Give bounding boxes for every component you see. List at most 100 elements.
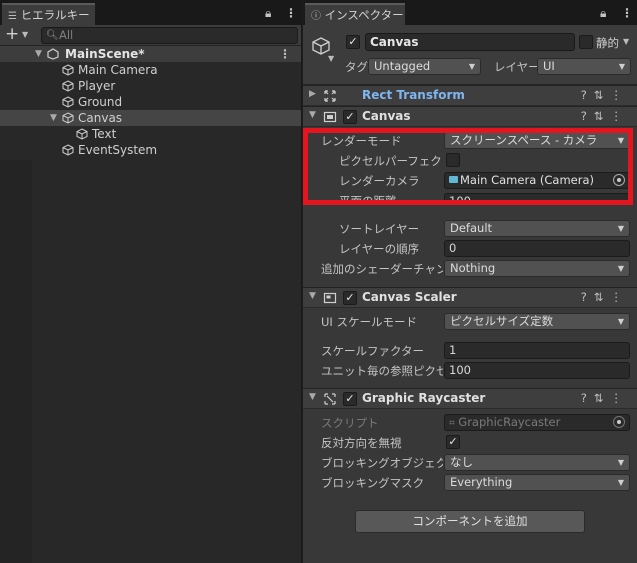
pixel-perfect-label: ピクセルパーフェクト xyxy=(339,154,443,168)
expand-arrow-icon[interactable]: ▼ xyxy=(309,291,316,301)
render-mode-value: スクリーンスペース - カメラ xyxy=(450,133,598,147)
object-picker-icon[interactable] xyxy=(613,174,625,186)
gameobject-cube-icon xyxy=(312,37,330,55)
hierarchy-search-input[interactable]: 🔍︎ All xyxy=(41,27,298,44)
canvas-scaler-body: UI スケールモード ピクセルサイズ定数 ▼ スケールファクター 1 ユニット毎の… xyxy=(303,308,637,388)
graphic-raycaster-header[interactable]: ▼ ✓ Graphic Raycaster ?⇅⋮ xyxy=(303,388,637,409)
more-options-icon[interactable]: ⋮ xyxy=(621,6,633,20)
tree-item-label: Player xyxy=(78,79,116,93)
plane-distance-label: 平面の距離 xyxy=(339,194,397,204)
scale-factor-field[interactable]: 1 xyxy=(444,342,630,359)
create-plus-icon[interactable]: + xyxy=(5,25,19,44)
component-header-icons[interactable]: ?⇅⋮ xyxy=(581,290,629,304)
canvas-enabled-checkbox[interactable]: ✓ xyxy=(343,110,357,124)
blocking-mask-dropdown[interactable]: Everything ▼ xyxy=(444,474,630,491)
pixel-perfect-checkbox[interactable] xyxy=(446,153,460,167)
ignore-reversed-checkbox[interactable]: ✓ xyxy=(446,435,460,449)
gameobject-cube-icon xyxy=(62,112,74,124)
tag-label: タグ xyxy=(345,60,368,74)
scene-row[interactable]: ▼ MainScene* ⋮ xyxy=(0,46,301,62)
chevron-down-icon: ▼ xyxy=(617,478,624,487)
scene-menu-icon[interactable]: ⋮ xyxy=(279,46,291,62)
more-options-icon[interactable]: ⋮ xyxy=(285,6,297,20)
plane-distance-row: 平面の距離 100 xyxy=(303,193,637,204)
component-header-icons[interactable]: ?⇅⋮ xyxy=(581,109,629,123)
canvas-icon xyxy=(323,111,337,123)
inspector-tabbar: ⓘ インスペクター 🔒︎ ⋮ xyxy=(303,0,637,25)
reference-ppu-field[interactable]: 100 xyxy=(444,362,630,379)
tree-item-selected[interactable]: ▼ Canvas xyxy=(0,110,301,126)
sort-layer-dropdown[interactable]: Default ▼ xyxy=(444,220,630,237)
render-mode-dropdown[interactable]: スクリーンスペース - カメラ ▼ xyxy=(444,132,630,149)
tree-item-label: Main Camera xyxy=(78,63,158,77)
blocking-mask-value: Everything xyxy=(450,475,513,489)
expand-arrow-icon[interactable]: ▼ xyxy=(309,392,316,402)
hierarchy-empty-area xyxy=(0,160,32,563)
tab-inspector[interactable]: ⓘ インスペクター xyxy=(305,3,405,25)
lock-icon[interactable]: 🔒︎ xyxy=(600,6,606,21)
ui-scale-mode-dropdown[interactable]: ピクセルサイズ定数 ▼ xyxy=(444,313,630,330)
order-in-layer-field[interactable]: 0 xyxy=(444,240,630,257)
rect-transform-header[interactable]: ▶ Rect Transform ?⇅⋮ xyxy=(303,85,637,106)
canvas-scaler-icon xyxy=(323,292,337,304)
add-component-button[interactable]: コンポーネントを追加 xyxy=(355,510,585,533)
chevron-down-icon[interactable]: ▼ xyxy=(328,54,334,63)
object-picker-icon xyxy=(613,416,625,428)
script-value: GraphicRaycaster xyxy=(458,415,561,429)
tag-dropdown[interactable]: Untagged ▼ xyxy=(368,58,481,75)
tree-item[interactable]: Player xyxy=(0,78,301,94)
static-label: 静的 xyxy=(596,36,619,50)
hierarchy-tabbar: ☰ ヒエラルキー 🔒︎ ⋮ xyxy=(0,0,301,25)
hierarchy-tree: ▼ MainScene* ⋮ Main Camera Player Ground… xyxy=(0,46,301,158)
canvas-header[interactable]: ▼ ✓ Canvas ?⇅⋮ xyxy=(303,106,637,127)
blocking-objects-value: なし xyxy=(450,455,473,469)
chevron-down-icon[interactable]: ▼ xyxy=(22,30,28,39)
component-header-icons[interactable]: ?⇅⋮ xyxy=(581,88,629,102)
expand-arrow-icon[interactable]: ▶ xyxy=(309,89,316,99)
plane-distance-field[interactable]: 100 xyxy=(444,193,630,204)
static-checkbox[interactable] xyxy=(579,35,593,49)
canvas-scaler-enabled-checkbox[interactable]: ✓ xyxy=(343,291,357,305)
gameobject-cube-icon xyxy=(76,128,88,140)
chevron-down-icon: ▼ xyxy=(617,264,624,273)
search-icon: 🔍︎ xyxy=(46,30,59,41)
rect-transform-icon xyxy=(324,90,336,102)
active-checkbox[interactable]: ✓ xyxy=(346,35,360,49)
gameobject-header: ▼ ✓ Canvas 静的 ▼ タグ Untagged ▼ レイヤー UI ▼ xyxy=(303,25,637,85)
tree-item-label: Canvas xyxy=(78,111,123,125)
tab-hierarchy[interactable]: ☰ ヒエラルキー xyxy=(2,3,95,25)
object-name-field[interactable]: Canvas xyxy=(365,33,575,51)
shader-channels-dropdown[interactable]: Nothing ▼ xyxy=(444,260,630,277)
component-title: Rect Transform xyxy=(362,88,465,102)
expand-arrow-icon[interactable]: ▼ xyxy=(50,110,57,126)
canvas-scaler-header[interactable]: ▼ ✓ Canvas Scaler ?⇅⋮ xyxy=(303,287,637,308)
graphic-raycaster-body: スクリプト ⌗ GraphicRaycaster 反対方向を無視 ✓ ブロッキン… xyxy=(303,409,637,563)
component-header-icons[interactable]: ?⇅⋮ xyxy=(581,391,629,405)
tree-item[interactable]: EventSystem xyxy=(0,142,301,158)
chevron-down-icon: ▼ xyxy=(468,62,475,71)
tree-item[interactable]: Text xyxy=(0,126,301,142)
shader-channels-value: Nothing xyxy=(450,261,496,275)
graphic-raycaster-enabled-checkbox[interactable]: ✓ xyxy=(343,392,357,406)
blocking-objects-dropdown[interactable]: なし ▼ xyxy=(444,454,630,471)
camera-icon xyxy=(449,176,458,183)
tree-item-label: Text xyxy=(92,127,117,141)
gameobject-cube-icon xyxy=(62,96,74,108)
lock-icon[interactable]: 🔒︎ xyxy=(265,6,271,21)
layer-dropdown[interactable]: UI ▼ xyxy=(537,58,631,75)
expand-arrow-icon[interactable]: ▼ xyxy=(309,110,316,120)
tree-item[interactable]: Ground xyxy=(0,94,301,110)
hierarchy-toolbar: + ▼ 🔍︎ All xyxy=(0,25,301,46)
expand-arrow-icon[interactable]: ▼ xyxy=(35,46,42,62)
chevron-down-icon[interactable]: ▼ xyxy=(623,37,629,46)
shader-channels-label: 追加のシェーダーチャンネル xyxy=(321,262,443,276)
blocking-objects-label: ブロッキングオブジェクト xyxy=(321,456,443,470)
render-camera-field[interactable]: Main Camera (Camera) xyxy=(444,172,630,189)
scale-factor-label: スケールファクター xyxy=(321,344,425,358)
tree-item-label: Ground xyxy=(78,95,123,109)
component-title: Graphic Raycaster xyxy=(362,391,486,405)
hierarchy-panel: ☰ ヒエラルキー 🔒︎ ⋮ + ▼ 🔍︎ All ▼ MainScene* ⋮ … xyxy=(0,0,302,563)
layer-label: レイヤー xyxy=(494,60,540,74)
tree-item[interactable]: Main Camera xyxy=(0,62,301,78)
chevron-down-icon: ▼ xyxy=(617,136,624,145)
